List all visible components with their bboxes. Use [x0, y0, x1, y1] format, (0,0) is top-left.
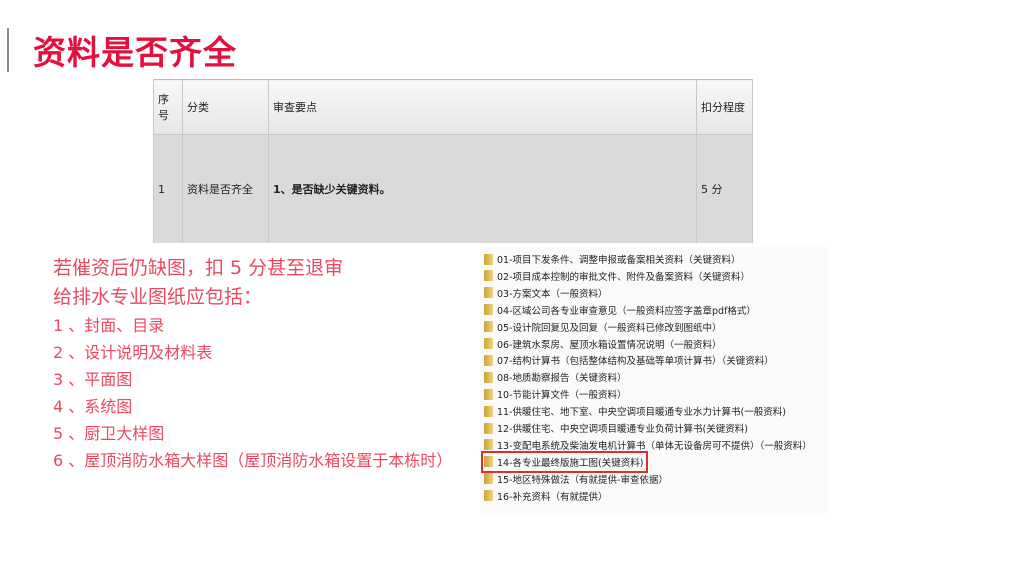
- note-line: 5 、厨卫大样图: [53, 424, 165, 443]
- header-category: 分类: [182, 79, 269, 135]
- folder-icon: [484, 490, 493, 502]
- folder-item[interactable]: 11-供暖住宅、地下室、中央空调项目暖通专业水力计算书(一般资料): [484, 403, 786, 419]
- header-deduction: 扣分程度: [696, 79, 753, 135]
- folder-icon: [484, 270, 493, 282]
- folder-icon: [484, 253, 493, 265]
- folder-icon: [484, 439, 493, 451]
- slide-title: 资料是否齐全: [33, 33, 237, 72]
- folder-item[interactable]: 02-项目成本控制的审批文件、附件及备案资料（关键资料）: [484, 268, 750, 284]
- folder-label: 16-补充资料（有就提供）: [497, 491, 608, 503]
- folder-label: 11-供暖住宅、地下室、中央空调项目暖通专业水力计算书(一般资料): [497, 407, 786, 419]
- folder-label: 01-项目下发条件、调整申报或备案相关资料（关键资料）: [497, 255, 741, 266]
- folder-item[interactable]: 06-建筑水泵房、屋顶水箱设置情况说明（一般资料）: [484, 336, 722, 352]
- folder-item[interactable]: 08-地质勘察报告（关键资料）: [484, 369, 627, 385]
- folder-label: 15-地区特殊做法（有就提供-审查依据）: [497, 474, 668, 486]
- folder-item[interactable]: 10-节能计算文件（一般资料）: [484, 386, 627, 402]
- folder-item[interactable]: 15-地区特殊做法（有就提供-审查依据）: [484, 471, 668, 487]
- folder-icon: [484, 388, 493, 400]
- header-point: 审查要点: [268, 79, 697, 135]
- folder-icon: [484, 422, 493, 434]
- folder-item[interactable]: 03-方案文本（一般资料）: [484, 285, 608, 301]
- folder-label: 12-供暖住宅、中央空调项目暖通专业负荷计算书(关键资料): [497, 424, 748, 435]
- folder-label: 13-变配电系统及柴油发电机计算书（单体无设备房可不提供）（一般资料）: [497, 440, 812, 452]
- folder-label: 10-节能计算文件（一般资料）: [497, 390, 627, 402]
- folder-icon: [484, 304, 493, 316]
- note-line: 给排水专业图纸应包括：: [53, 286, 263, 308]
- note-line: 3 、平面图: [53, 370, 133, 389]
- folder-label: 04-区域公司各专业审查意见（一般资料应签字盖章pdf格式）: [497, 305, 756, 317]
- folder-item[interactable]: 12-供暖住宅、中央空调项目暖通专业负荷计算书(关键资料): [484, 420, 748, 436]
- folder-label: 03-方案文本（一般资料）: [497, 288, 608, 300]
- folder-icon: [484, 456, 493, 468]
- folder-label: 08-地质勘察报告（关键资料）: [497, 373, 627, 385]
- folder-label: 07-结构计算书（包括整体结构及基础等单项计算书）（关键资料）: [497, 356, 774, 368]
- folder-list: 01-项目下发条件、调整申报或备案相关资料（关键资料） 02-项目成本控制的审批文…: [480, 247, 828, 513]
- folder-item[interactable]: 13-变配电系统及柴油发电机计算书（单体无设备房可不提供）（一般资料）: [484, 437, 812, 453]
- folder-label: 05-设计院回复见及回复（一般资料已修改到图纸中）: [497, 322, 722, 334]
- note-line: 2 、设计说明及材料表: [53, 343, 213, 362]
- review-table: 序号 分类 审查要点 扣分程度 1 资料是否齐全 1、是否缺少关键资料。 5 分: [153, 79, 753, 243]
- folder-label: 02-项目成本控制的审批文件、附件及备案资料（关键资料）: [497, 271, 751, 283]
- title-accent-bar: [7, 28, 9, 72]
- folder-icon: [484, 473, 493, 485]
- folder-icon: [484, 371, 493, 383]
- folder-label: 06-建筑水泵房、屋顶水箱设置情况说明（一般资料）: [497, 339, 722, 351]
- note-line: 6 、屋顶消防水箱大样图（屋顶消防水箱设置于本栋时）: [53, 451, 453, 470]
- table-header-row: 序号 分类 审查要点 扣分程度: [153, 79, 753, 135]
- cell-category: 资料是否齐全: [182, 134, 269, 243]
- folder-icon: [484, 405, 493, 417]
- cell-point: 1、是否缺少关键资料。: [268, 134, 697, 243]
- cell-deduction: 5 分: [696, 134, 753, 243]
- folder-icon: [484, 338, 493, 349]
- folder-icon: [484, 321, 493, 333]
- folder-item[interactable]: 07-结构计算书（包括整体结构及基础等单项计算书）（关键资料）: [484, 352, 774, 368]
- note-line: 1 、封面、目录: [53, 316, 165, 335]
- folder-icon: [484, 354, 493, 366]
- note-line: 若催资后仍缺图，扣 5 分甚至退审: [53, 257, 344, 279]
- table-row: 1 资料是否齐全 1、是否缺少关键资料。 5 分: [153, 134, 753, 243]
- folder-item[interactable]: 05-设计院回复见及回复（一般资料已修改到图纸中）: [484, 319, 722, 335]
- folder-item[interactable]: 04-区域公司各专业审查意见（一般资料应签字盖章pdf格式）: [484, 302, 756, 318]
- cell-no: 1: [153, 134, 183, 243]
- notes-list: 若催资后仍缺图，扣 5 分甚至退审 给排水专业图纸应包括： 1 、封面、目录 2…: [53, 254, 452, 474]
- folder-item-highlighted[interactable]: 14-各专业最终版施工图(关键资料): [480, 450, 649, 473]
- folder-item[interactable]: 16-补充资料（有就提供）: [484, 488, 608, 504]
- folder-icon: [484, 287, 493, 299]
- folder-item[interactable]: 01-项目下发条件、调整申报或备案相关资料（关键资料）: [484, 251, 741, 267]
- note-line: 4 、系统图: [53, 397, 133, 416]
- header-no: 序号: [153, 79, 183, 135]
- folder-label: 14-各专业最终版施工图(关键资料): [497, 457, 644, 469]
